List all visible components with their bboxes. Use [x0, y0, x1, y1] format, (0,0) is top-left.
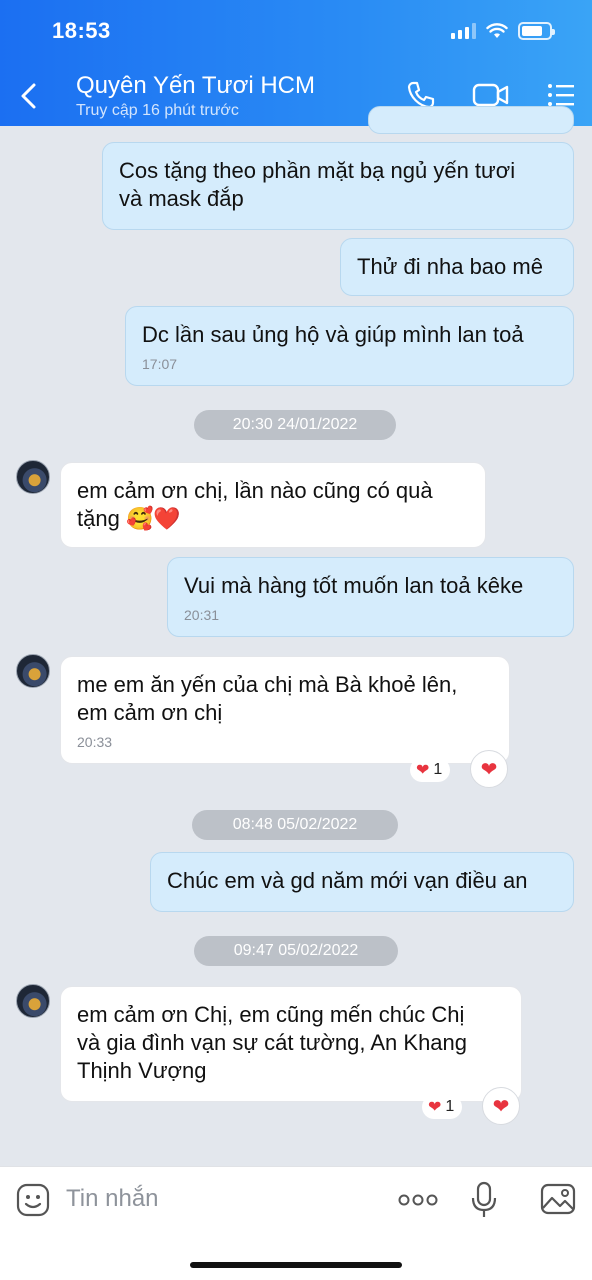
heart-icon: ❤ [492, 1095, 510, 1118]
message-list[interactable]: Cos tặng theo phần mặt bạ ngủ yến tươi v… [0, 106, 592, 1166]
heart-icon: ❤ [428, 1099, 442, 1116]
message-text: Thịnh Vượng [77, 1058, 207, 1083]
battery-icon [518, 22, 555, 40]
react-button[interactable]: ❤ [470, 750, 508, 788]
react-button[interactable]: ❤ [482, 1087, 520, 1125]
message-text: Cos tặng theo phần mặt bạ ngủ yến tươi [119, 158, 516, 183]
reaction-summary[interactable]: ❤ 1 [422, 1095, 463, 1119]
message-bubble[interactable]: me em ăn yến của chị mà Bà khoẻ lên, em … [60, 656, 510, 764]
more-dots-icon[interactable] [398, 1193, 438, 1207]
message-text: Chúc em và gd năm mới vạn điều an [167, 868, 528, 893]
message-text: Thử đi nha bao mê [357, 254, 543, 279]
date-separator: 20:30 24/01/2022 [194, 410, 396, 440]
microphone-icon[interactable] [470, 1181, 498, 1219]
message-bubble-partial[interactable] [368, 106, 574, 134]
heart-icon: ❤ [416, 762, 430, 779]
message-text: và gia đình vạn sự cát tường, An Khang [77, 1030, 468, 1055]
home-indicator[interactable] [190, 1262, 402, 1268]
sticker-icon[interactable] [16, 1183, 50, 1217]
message-bubble[interactable]: Dc lần sau ủng hộ và giúp mình lan toả 1… [125, 306, 574, 386]
avatar[interactable] [16, 654, 50, 688]
message-text: Dc lần sau ủng hộ và giúp mình lan toả [142, 322, 524, 347]
back-arrow-icon[interactable] [18, 82, 40, 110]
last-seen-status: Truy cập 16 phút trước [76, 102, 239, 119]
message-text: me em ăn yến của chị mà Bà khoẻ lên, [77, 672, 458, 697]
message-bubble[interactable]: em cảm ơn Chị, em cũng mến chúc Chị và g… [60, 986, 522, 1102]
message-text: em cảm ơn chị, lần nào cũng có quà [77, 478, 433, 503]
message-bubble[interactable]: Chúc em và gd năm mới vạn điều an [150, 852, 574, 912]
date-separator: 09:47 05/02/2022 [194, 936, 398, 966]
message-bubble[interactable]: Vui mà hàng tốt muốn lan toả kêke 20:31 [167, 557, 574, 637]
wifi-icon [486, 23, 508, 38]
status-time: 18:53 [52, 18, 111, 43]
avatar[interactable] [16, 460, 50, 494]
message-input[interactable]: Tin nhắn [66, 1185, 159, 1213]
signal-icon [451, 23, 476, 39]
heart-icon: ❤ [480, 758, 498, 781]
date-separator: 08:48 05/02/2022 [192, 810, 398, 840]
reaction-count: 1 [433, 761, 443, 778]
message-bubble[interactable]: em cảm ơn chị, lần nào cũng có quà tặng … [60, 462, 486, 548]
avatar[interactable] [16, 984, 50, 1018]
status-icons [451, 22, 555, 40]
message-text: em cảm ơn chị [77, 700, 223, 725]
message-bubble[interactable]: Thử đi nha bao mê [340, 238, 574, 296]
image-icon[interactable] [540, 1183, 576, 1215]
message-time: 20:31 [184, 607, 220, 623]
reaction-summary[interactable]: ❤ 1 [410, 758, 451, 782]
message-emoji: 🥰❤️ [125, 507, 181, 532]
message-text: em cảm ơn Chị, em cũng mến chúc Chị [77, 1002, 465, 1027]
message-bubble[interactable]: Cos tặng theo phần mặt bạ ngủ yến tươi v… [102, 142, 574, 230]
message-time: 20:33 [77, 734, 113, 750]
message-time: 17:07 [142, 356, 178, 372]
message-text: Vui mà hàng tốt muốn lan toả kêke [184, 573, 524, 598]
message-text: tặng [77, 506, 120, 531]
contact-name[interactable]: Quyên Yến Tươi HCM [76, 72, 315, 100]
message-text: và mask đắp [119, 186, 244, 211]
reaction-count: 1 [445, 1098, 455, 1115]
